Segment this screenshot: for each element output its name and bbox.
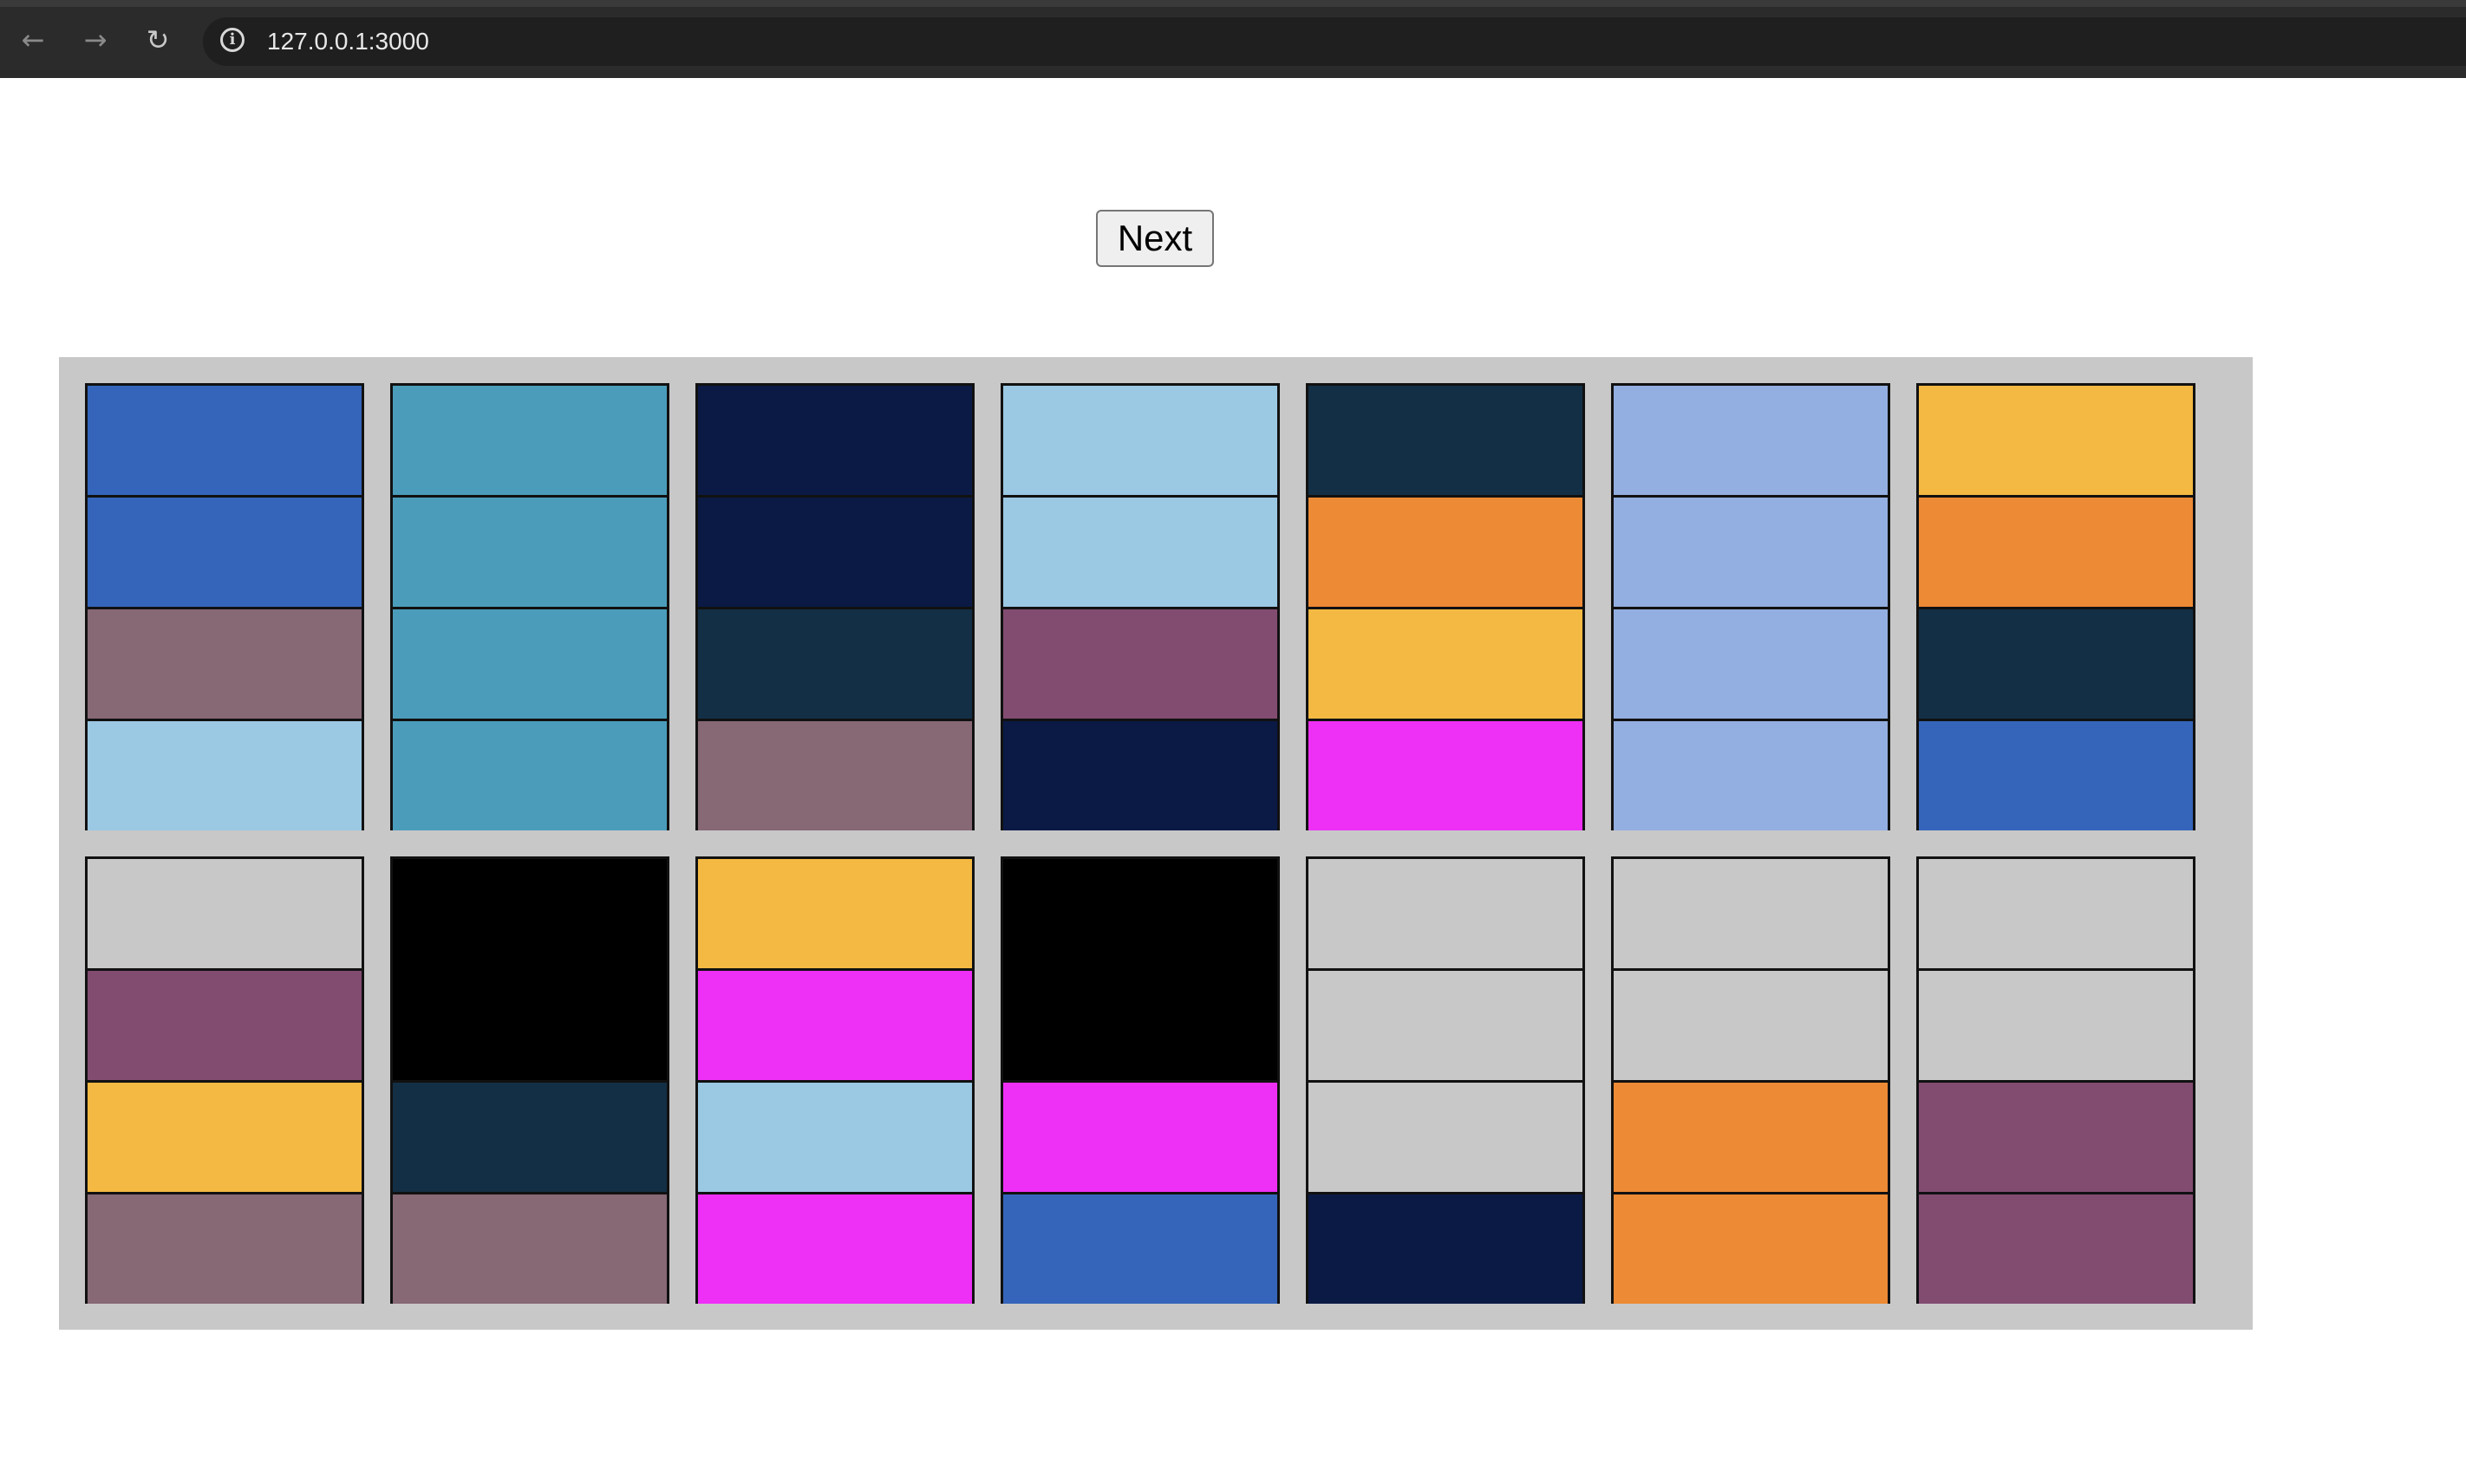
tube-1-segment-4 xyxy=(88,719,362,830)
tube-12-segment-1 xyxy=(1308,859,1582,968)
tube-7-segment-3 xyxy=(1919,607,2193,719)
tube-1-segment-1 xyxy=(88,386,362,495)
tube-3-segment-2 xyxy=(698,495,972,607)
tube-9-segment-1 xyxy=(393,859,667,968)
tube-10-segment-2 xyxy=(698,968,972,1080)
tube-1[interactable] xyxy=(85,383,364,830)
tube-5[interactable] xyxy=(1306,383,1585,830)
game-board xyxy=(59,357,2253,1330)
tube-5-segment-2 xyxy=(1308,495,1582,607)
tube-6-segment-3 xyxy=(1614,607,1888,719)
browser-toolbar: ← → ↻ i 127.0.0.1:3000 xyxy=(0,0,2466,78)
reload-icon[interactable]: ↻ xyxy=(142,24,173,55)
url-text[interactable]: 127.0.0.1:3000 xyxy=(267,28,429,55)
tube-4-segment-4 xyxy=(1003,719,1277,830)
tube-4-segment-1 xyxy=(1003,386,1277,495)
tube-14-segment-3 xyxy=(1919,1080,2193,1192)
tube-9-segment-4 xyxy=(393,1192,667,1304)
tube-7-segment-1 xyxy=(1919,386,2193,495)
tube-1-segment-2 xyxy=(88,495,362,607)
tube-2-segment-3 xyxy=(393,607,667,719)
tube-3[interactable] xyxy=(695,383,975,830)
tube-6-segment-4 xyxy=(1614,719,1888,830)
tube-9-segment-2 xyxy=(393,968,667,1080)
tube-13[interactable] xyxy=(1611,856,1890,1304)
tube-12-segment-2 xyxy=(1308,968,1582,1080)
tube-5-segment-1 xyxy=(1308,386,1582,495)
forward-arrow-icon[interactable]: → xyxy=(80,24,111,55)
tube-11-segment-1 xyxy=(1003,859,1277,968)
tube-2-segment-1 xyxy=(393,386,667,495)
tube-9[interactable] xyxy=(390,856,669,1304)
tube-13-segment-1 xyxy=(1614,859,1888,968)
tube-3-segment-4 xyxy=(698,719,972,830)
next-button[interactable]: Next xyxy=(1096,210,1214,267)
back-arrow-icon[interactable]: ← xyxy=(17,24,49,55)
tube-11-segment-4 xyxy=(1003,1192,1277,1304)
tube-12-segment-3 xyxy=(1308,1080,1582,1192)
tube-13-segment-4 xyxy=(1614,1192,1888,1304)
tube-4[interactable] xyxy=(1001,383,1280,830)
tube-7[interactable] xyxy=(1916,383,2195,830)
tube-14-segment-1 xyxy=(1919,859,2193,968)
tube-11[interactable] xyxy=(1001,856,1280,1304)
tube-10-segment-3 xyxy=(698,1080,972,1192)
tube-2-segment-4 xyxy=(393,719,667,830)
tube-6[interactable] xyxy=(1611,383,1890,830)
tube-8[interactable] xyxy=(85,856,364,1304)
tube-6-segment-1 xyxy=(1614,386,1888,495)
tube-11-segment-2 xyxy=(1003,968,1277,1080)
tube-6-segment-2 xyxy=(1614,495,1888,607)
tube-7-segment-4 xyxy=(1919,719,2193,830)
tube-10-segment-4 xyxy=(698,1192,972,1304)
tube-14-segment-2 xyxy=(1919,968,2193,1080)
tube-5-segment-4 xyxy=(1308,719,1582,830)
tube-5-segment-3 xyxy=(1308,607,1582,719)
tube-4-segment-2 xyxy=(1003,495,1277,607)
tube-11-segment-3 xyxy=(1003,1080,1277,1192)
tube-10-segment-1 xyxy=(698,859,972,968)
tube-1-segment-3 xyxy=(88,607,362,719)
tube-4-segment-3 xyxy=(1003,607,1277,719)
info-icon[interactable]: i xyxy=(220,28,245,52)
tube-3-segment-1 xyxy=(698,386,972,495)
tube-2-segment-2 xyxy=(393,495,667,607)
tube-8-segment-3 xyxy=(88,1080,362,1192)
tube-13-segment-3 xyxy=(1614,1080,1888,1192)
tube-10[interactable] xyxy=(695,856,975,1304)
address-bar[interactable]: i 127.0.0.1:3000 xyxy=(203,17,2466,66)
tube-14-segment-4 xyxy=(1919,1192,2193,1304)
tube-14[interactable] xyxy=(1916,856,2195,1304)
tube-7-segment-2 xyxy=(1919,495,2193,607)
tube-13-segment-2 xyxy=(1614,968,1888,1080)
tube-8-segment-2 xyxy=(88,968,362,1080)
tube-2[interactable] xyxy=(390,383,669,830)
tube-9-segment-3 xyxy=(393,1080,667,1192)
tube-8-segment-4 xyxy=(88,1192,362,1304)
tube-12-segment-4 xyxy=(1308,1192,1582,1304)
tube-12[interactable] xyxy=(1306,856,1585,1304)
tube-8-segment-1 xyxy=(88,859,362,968)
tube-3-segment-3 xyxy=(698,607,972,719)
